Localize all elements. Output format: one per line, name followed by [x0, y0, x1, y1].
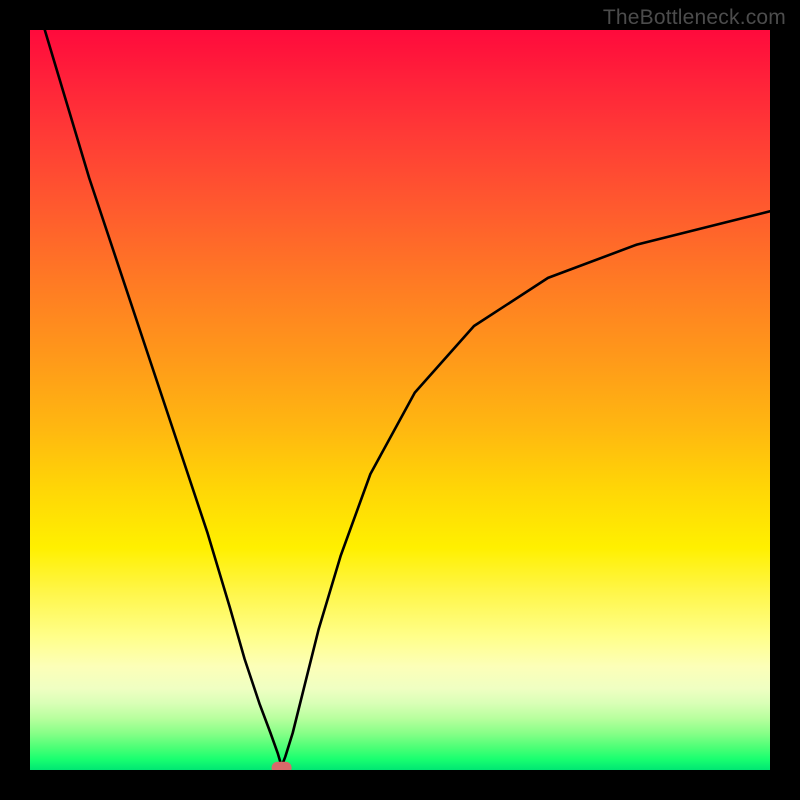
chart-frame: TheBottleneck.com — [0, 0, 800, 800]
bottleneck-curve — [45, 30, 770, 766]
chart-overlay — [30, 30, 770, 770]
watermark-text: TheBottleneck.com — [603, 6, 786, 30]
optimum-marker — [272, 762, 292, 770]
